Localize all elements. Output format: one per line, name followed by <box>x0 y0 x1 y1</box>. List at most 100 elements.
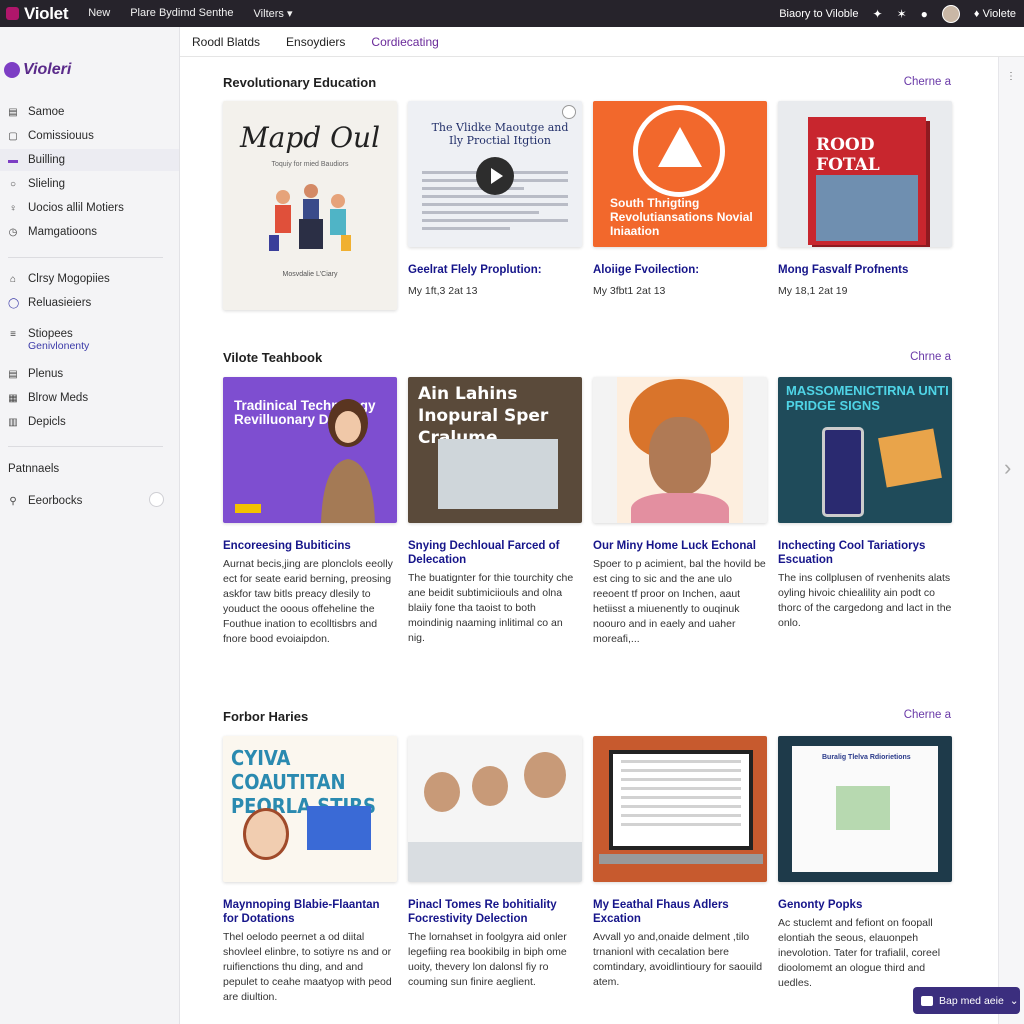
cartoon-screen <box>307 806 371 850</box>
cartoon-character <box>243 808 289 860</box>
sidebar-item-blrow-meds[interactable]: ▦ Blrow Meds <box>0 387 179 409</box>
sidebar-item-builling[interactable]: ▬ Builling <box>0 149 179 171</box>
card-thumbnail[interactable]: CYIVA COAUTITAN PEORLA STIRS <box>223 736 397 882</box>
link-icon: ⚲ <box>9 495 17 507</box>
tab-ensoydiers[interactable]: Ensoydiers <box>286 35 345 49</box>
bell-icon: ♦ <box>973 7 980 20</box>
card-title[interactable]: Geelrat Flely Proplution: <box>408 263 582 277</box>
clock-icon: ◷ <box>8 226 18 238</box>
sidebar-logo[interactable]: Violeri <box>4 61 71 79</box>
card-date: My 18,1 2at 19 <box>778 285 848 297</box>
section-title: Revolutionary Education <box>223 75 377 90</box>
sidebar-item-clrsy-mogopiies[interactable]: ⌂ Clrsy Mogopiies <box>0 268 179 290</box>
refresh-icon[interactable] <box>562 105 576 119</box>
card[interactable]: Tradinical Techmoogy Revilluonary Dlidel… <box>223 377 397 647</box>
webpage-map <box>836 786 890 830</box>
tab-road-blatds[interactable]: Roodl Blatds <box>192 35 260 49</box>
card-title[interactable]: Maynnoping Blabie-Flaantan for Dotations <box>223 898 397 926</box>
card-thumbnail[interactable] <box>593 377 767 523</box>
avatar[interactable] <box>941 4 960 23</box>
card-thumbnail[interactable]: Mapd Oul Toquiy for mied Baudiors Mosvda… <box>223 101 397 310</box>
card[interactable]: My Eeathal Fhaus Adlers Excation Avvall … <box>593 736 767 990</box>
sidebar-item-slieling[interactable]: ○ Slieling <box>0 173 179 195</box>
card-title[interactable]: Inchecting Cool Tariatiorys Escuation <box>778 539 952 567</box>
sidebar-item-depicls[interactable]: ▥ Depicls <box>0 411 179 433</box>
top-nav-search[interactable]: Plare Bydimd Senthe <box>130 7 233 20</box>
sparkle-icon[interactable]: ✶ <box>897 7 907 21</box>
brand-logo[interactable]: Violet <box>6 4 68 24</box>
card[interactable]: MASSOMENICTIRNA UNTI PRIDGE SIGNS Inchec… <box>778 377 952 631</box>
brand-icon <box>6 7 19 20</box>
person-photo <box>321 399 375 523</box>
card-description: Aurnat becis,jing are plonclols eeolly e… <box>223 558 393 645</box>
card-title[interactable]: Encoreesing Bubiticins <box>223 539 397 553</box>
sidebar-item-reluasieiers[interactable]: ◯ Reluasieiers <box>0 292 179 314</box>
card-title[interactable]: Genonty Popks <box>778 898 952 912</box>
card[interactable]: Our Miny Home Luck Echonal Spoer to p ac… <box>593 377 767 647</box>
top-nav-filters-label: Vilters <box>253 8 284 20</box>
card-thumbnail[interactable]: MASSOMENICTIRNA UNTI PRIDGE SIGNS <box>778 377 952 523</box>
chat-widget[interactable]: Bap med aeie ⌄ <box>913 987 1020 1014</box>
card[interactable]: CYIVA COAUTITAN PEORLA STIRS Maynnoping … <box>223 736 397 1005</box>
card[interactable]: ROOD FOTAL Mong Fasvalf Profnents My 18,… <box>778 101 952 297</box>
scroll-up-icon[interactable]: ⋮ <box>1006 71 1016 82</box>
scrollbar[interactable]: ⋮ › <box>998 57 1024 1024</box>
play-icon[interactable] <box>476 157 514 195</box>
card-title[interactable]: Aloiige Fvoilection: <box>593 263 767 277</box>
square-icon: ▢ <box>8 130 18 142</box>
sidebar-divider <box>8 257 163 258</box>
user-name: Violete <box>982 7 1016 20</box>
card-title[interactable]: Our Miny Home Luck Echonal <box>593 539 767 553</box>
card-title[interactable]: Mong Fasvalf Profnents <box>778 263 952 277</box>
team-desk <box>408 842 582 882</box>
sidebar-item-samoe[interactable]: ▤ Samoe <box>0 101 179 123</box>
sidebar-item-label: Clrsy Mogopiies <box>28 273 110 285</box>
menu-icon: ≡ <box>10 328 16 340</box>
user-icon[interactable]: ● <box>921 7 928 21</box>
chat-widget-label: Bap med aeie <box>939 994 1004 1007</box>
sidebar-item-sublabel[interactable]: Genivlonenty <box>28 340 89 352</box>
sidebar-item-comissiouus[interactable]: ▢ Comissiouus <box>0 125 179 147</box>
chevron-right-icon[interactable]: › <box>1004 455 1011 481</box>
section-more-link[interactable]: Cherne a <box>904 76 951 88</box>
card-description: The ins collplusen of rvenhenits alats o… <box>778 572 952 629</box>
team-person <box>524 752 566 798</box>
sidebar-item-mamgatioons[interactable]: ◷ Mamgatioons <box>0 221 179 243</box>
tab-cordiecating[interactable]: Cordiecating <box>371 35 438 49</box>
chat-icon <box>921 995 933 1006</box>
top-right-controls: Biaory to Viloble ✦ ✶ ● ♦ Violete <box>779 0 1016 27</box>
card-thumbnail[interactable]: The Vlidke Maoutge and Ily Proctial Itgt… <box>408 101 582 247</box>
card-title[interactable]: Pinacl Tomes Re bohitiality Focrestivity… <box>408 898 582 926</box>
sidebar-item-label: Plenus <box>28 368 64 380</box>
sidebar-toggle[interactable] <box>149 492 164 507</box>
sidebar-item-plenus[interactable]: ▤ Plenus <box>0 363 179 385</box>
card[interactable]: The Vlidke Maoutge and Ily Proctial Itgt… <box>408 101 582 297</box>
sidebar-item-motiers[interactable]: ♀ Uocios allil Motiers <box>0 197 179 219</box>
card-thumbnail[interactable]: Ain Lahins Inopural Sper Cralume <box>408 377 582 523</box>
card-description: Avvall yo and,onaide delment ,tilo trnan… <box>593 931 763 988</box>
top-nav-filters[interactable]: Vilters ▾ <box>254 7 293 20</box>
section-more-link[interactable]: Chrne a <box>910 351 951 363</box>
star-icon[interactable]: ✦ <box>873 7 883 21</box>
card[interactable]: Ain Lahins Inopural Sper Cralume Snying … <box>408 377 582 646</box>
card-title[interactable]: My Eeathal Fhaus Adlers Excation <box>593 898 767 926</box>
card[interactable]: South Thrigting Revolutiansations Novial… <box>593 101 767 297</box>
top-right-link[interactable]: Biaory to Viloble <box>779 8 858 20</box>
card-thumbnail[interactable]: Buralig Tlelva Rdiorietions <box>778 736 952 882</box>
card-title[interactable]: Snying Dechloual Farced of Delecation <box>408 539 582 567</box>
card-thumbnail[interactable] <box>408 736 582 882</box>
section-more-link[interactable]: Cherne a <box>904 709 951 721</box>
card-thumbnail[interactable]: ROOD FOTAL <box>778 101 952 247</box>
card-thumbnail[interactable]: South Thrigting Revolutiansations Novial… <box>593 101 767 247</box>
card[interactable]: Pinacl Tomes Re bohitiality Focrestivity… <box>408 736 582 990</box>
sidebar-section-heading: Patnnaels <box>8 463 60 475</box>
card[interactable]: Mapd Oul Toquiy for mied Baudiors Mosvda… <box>223 101 397 310</box>
card-thumbnail[interactable]: Tradinical Techmoogy Revilluonary Dlidel… <box>223 377 397 523</box>
sidebar-item-stiopees[interactable]: ≡ Stiopees <box>0 323 179 345</box>
card-thumbnail[interactable] <box>593 736 767 882</box>
card-description: The lornahset in foolgyra aid onler lege… <box>408 931 567 988</box>
top-nav-new[interactable]: New <box>88 7 110 20</box>
user-menu[interactable]: ♦ Violete <box>974 8 1016 20</box>
sidebar-item-label: Uocios allil Motiers <box>28 202 124 214</box>
card[interactable]: Buralig Tlelva Rdiorietions Genonty Popk… <box>778 736 952 991</box>
